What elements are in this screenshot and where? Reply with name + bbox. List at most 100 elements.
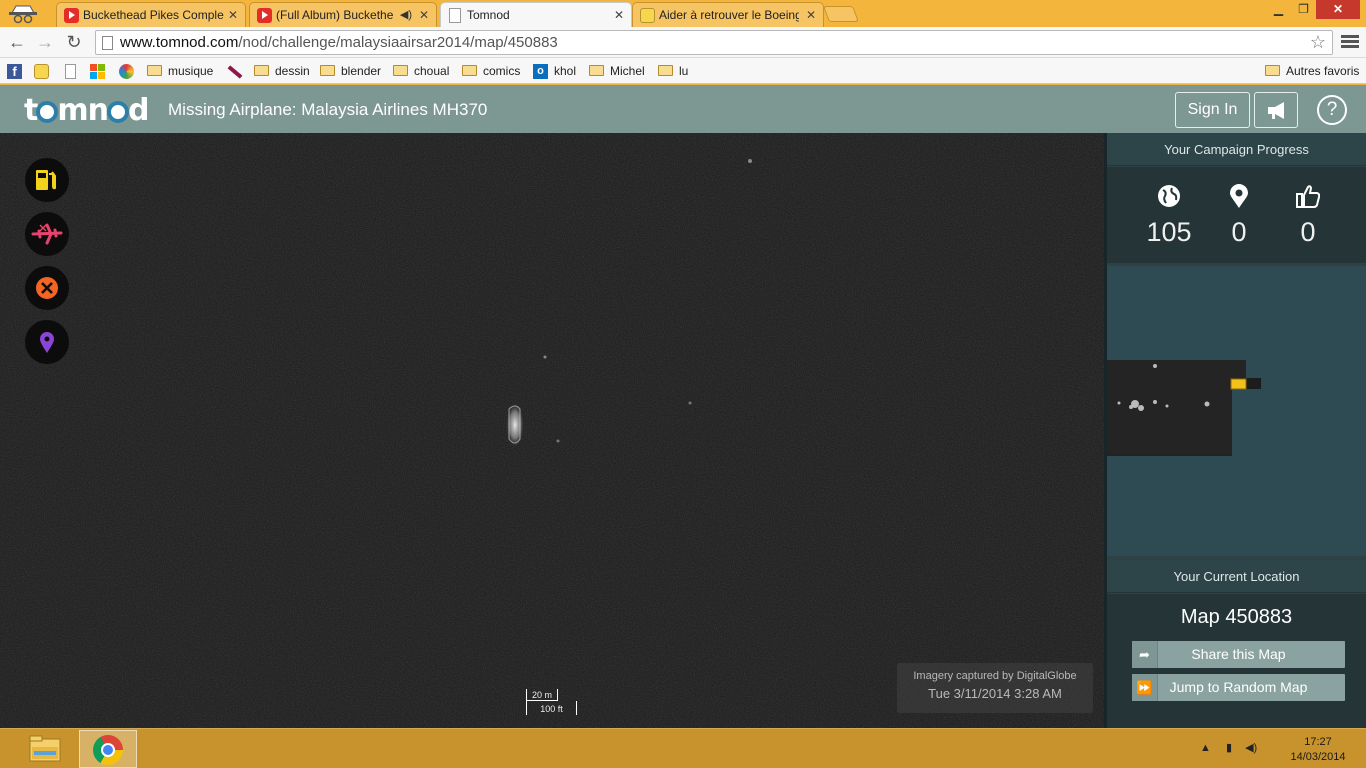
satellite-map[interactable]: 20 m 100 ft Imagery captured by DigitalG… — [0, 133, 1104, 728]
chrome-taskbar-button[interactable] — [79, 730, 137, 768]
page-icon — [102, 36, 113, 50]
megaphone-icon — [1268, 102, 1284, 119]
chrome-menu-icon[interactable] — [1341, 33, 1359, 51]
current-tile-marker — [1230, 378, 1247, 390]
share-map-button[interactable]: ➦ Share this Map — [1132, 641, 1345, 668]
map-scale: 20 m 100 ft — [526, 687, 578, 717]
bookmark-lu[interactable]: lu — [658, 62, 688, 80]
map-imagery[interactable] — [0, 133, 1104, 728]
url-text[interactable]: www.tomnod.com/nod/challenge/malaysiaair… — [120, 34, 558, 51]
tab-buckethead-pikes[interactable]: Buckethead Pikes Comple ✕ — [56, 2, 246, 27]
campaign-progress-heading: Your Campaign Progress — [1107, 133, 1366, 166]
folder-icon — [589, 65, 604, 76]
share-arrow-icon: ➦ — [1132, 641, 1158, 668]
windows-icon[interactable] — [90, 64, 105, 79]
share-label: Share this Map — [1191, 646, 1286, 662]
imagery-date: Tue 3/11/2014 3:28 AM — [928, 686, 1062, 701]
maximize-icon[interactable]: ❐ — [1291, 2, 1316, 21]
tab-label: Buckethead Pikes Comple — [83, 8, 224, 22]
page-icon — [449, 8, 461, 23]
picasa-icon[interactable] — [119, 64, 134, 79]
folder-icon — [658, 65, 673, 76]
clock[interactable]: 17:27 14/03/2014 — [1288, 735, 1348, 765]
minimap-imagery[interactable] — [1107, 266, 1366, 556]
tab-label: (Full Album) Buckethe — [276, 8, 394, 22]
face-icon — [640, 8, 655, 23]
face-bookmark-icon[interactable] — [34, 64, 49, 79]
close-circle-icon — [36, 277, 58, 299]
tomnod-logo[interactable]: t mn d — [24, 93, 149, 128]
bookmarks-bar: f musique dessin blender choual comics o… — [0, 58, 1366, 84]
tab-close-icon[interactable]: ✕ — [419, 8, 429, 22]
folder-icon — [393, 65, 408, 76]
tab-close-icon[interactable]: ✕ — [614, 8, 624, 22]
jump-random-map-button[interactable]: ⏩ Jump to Random Map — [1132, 674, 1345, 701]
minimize-icon[interactable]: ▁ — [1266, 2, 1291, 21]
tab-close-icon[interactable]: ✕ — [228, 8, 238, 22]
tab-full-album[interactable]: (Full Album) Buckethe ◀) ✕ — [249, 2, 437, 27]
system-tray: ▲ ▮ ◀) — [1200, 741, 1257, 754]
folder-icon — [320, 65, 335, 76]
browser-toolbar: ← → ↻ www.tomnod.com/nod/challenge/malay… — [0, 27, 1366, 58]
page-bookmark-icon[interactable] — [65, 64, 76, 79]
bookmark-comics[interactable]: comics — [462, 62, 520, 80]
new-tab-button[interactable] — [823, 6, 859, 22]
outlook-icon[interactable]: o — [533, 64, 548, 79]
bookmark-musique[interactable]: musique — [147, 62, 213, 80]
page-title: Missing Airplane: Malaysia Airlines MH37… — [168, 100, 488, 119]
bookmark-other[interactable]: Autres favoris — [1265, 62, 1359, 80]
fast-forward-icon: ⏩ — [1132, 674, 1158, 701]
fuel-icon — [36, 170, 56, 190]
imagery-info: Imagery captured by DigitalGlobe Tue 3/1… — [897, 663, 1093, 713]
taskbar: ▲ ▮ ◀) 17:27 14/03/2014 — [0, 728, 1366, 768]
reload-icon[interactable]: ↻ — [64, 32, 84, 52]
folder-icon — [147, 65, 162, 76]
wreckage-tool-button[interactable] — [25, 212, 69, 256]
scale-metric: 20 m — [526, 689, 558, 701]
tab-aider-boeing[interactable]: Aider à retrouver le Boeing ✕ — [632, 2, 824, 27]
other-tool-button[interactable] — [25, 320, 69, 364]
jump-label: Jump to Random Map — [1169, 679, 1308, 695]
map-id: Map 450883 — [1180, 606, 1293, 628]
tab-label: Tomnod — [467, 8, 510, 22]
fuel-tool-button[interactable] — [25, 158, 69, 202]
forward-arrow-icon[interactable]: → — [35, 32, 55, 52]
bookmark-choual[interactable]: choual — [393, 62, 449, 80]
clock-date: 14/03/2014 — [1290, 751, 1346, 763]
imagery-credit: Imagery captured by DigitalGlobe — [913, 670, 1077, 682]
current-location-heading: Your Current Location — [1107, 560, 1366, 593]
minimap[interactable] — [1107, 266, 1366, 556]
speaker-icon: ◀) — [399, 9, 412, 21]
bookmark-star-icon[interactable]: ☆ — [1310, 32, 1326, 53]
bookmark-dessin[interactable]: dessin — [254, 62, 310, 80]
clock-time: 17:27 — [1304, 736, 1332, 748]
tab-close-icon[interactable]: ✕ — [806, 8, 816, 22]
sign-in-button[interactable]: Sign In — [1175, 92, 1250, 128]
address-bar[interactable]: www.tomnod.com/nod/challenge/malaysiaair… — [95, 30, 1333, 55]
battery-icon[interactable]: ▮ — [1226, 742, 1232, 754]
bookmark-khol[interactable]: khol — [554, 62, 576, 80]
bookmark-michel[interactable]: Michel — [589, 62, 645, 80]
feather-icon[interactable] — [227, 65, 243, 79]
progress-stats: 105 0 0 — [1107, 167, 1366, 263]
megaphone-button[interactable] — [1254, 92, 1298, 128]
back-arrow-icon[interactable]: ← — [7, 32, 27, 52]
tab-tomnod[interactable]: Tomnod ✕ — [440, 2, 632, 27]
tray-expand-icon[interactable]: ▲ — [1200, 742, 1211, 754]
bookmark-blender[interactable]: blender — [320, 62, 381, 80]
globe-icon — [1158, 185, 1180, 207]
chrome-icon — [93, 735, 123, 765]
pin-icon — [40, 332, 54, 353]
file-explorer-icon[interactable] — [26, 733, 66, 765]
youtube-icon — [64, 8, 79, 23]
pin-icon — [1230, 184, 1248, 208]
folder-icon — [462, 65, 477, 76]
volume-icon[interactable]: ◀) — [1245, 742, 1257, 754]
help-button[interactable]: ? — [1317, 95, 1347, 125]
no-target-tool-button[interactable] — [25, 266, 69, 310]
wreckage-icon — [31, 223, 63, 245]
facebook-icon[interactable]: f — [7, 64, 22, 79]
folder-icon — [1265, 65, 1280, 76]
tab-label: Aider à retrouver le Boeing — [659, 8, 799, 22]
window-close-icon[interactable]: ✕ — [1316, 0, 1360, 19]
